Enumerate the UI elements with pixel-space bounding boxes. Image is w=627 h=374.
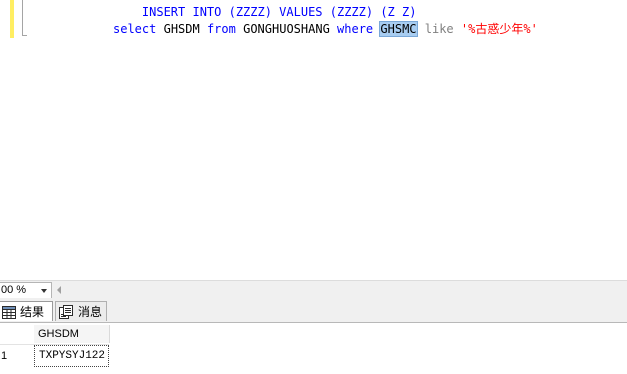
table-name: GONGHUOSHANG bbox=[243, 22, 330, 36]
column-header-label: GHSDM bbox=[38, 328, 79, 340]
outline-guide bbox=[22, 0, 23, 36]
zoom-value: 00 % bbox=[1, 284, 27, 296]
text-caret bbox=[416, 21, 418, 35]
tab-messages[interactable]: 消息 bbox=[55, 301, 107, 321]
tab-results-label: 结果 bbox=[20, 305, 45, 319]
keyword-from: from bbox=[206, 22, 236, 36]
selected-column-name[interactable]: GHSMC bbox=[379, 21, 418, 37]
tab-results[interactable]: 结果 bbox=[0, 301, 53, 321]
results-grid: GHSDM 1 TXPYSYJ122 bbox=[0, 323, 627, 374]
keyword-where: where bbox=[337, 22, 374, 36]
column-name: GHSDM bbox=[163, 22, 200, 36]
results-tabbar: 结果 消息 bbox=[0, 298, 627, 323]
result-cell-value: TXPYSYJ122 bbox=[39, 350, 106, 362]
result-cell[interactable]: TXPYSYJ122 bbox=[34, 345, 109, 367]
editor-statusbar: 00 % bbox=[0, 280, 627, 299]
grid-icon bbox=[2, 305, 16, 325]
change-marker bbox=[10, 0, 14, 38]
scroll-left-icon[interactable] bbox=[57, 286, 61, 294]
keyword-select: select bbox=[113, 22, 157, 36]
string-literal: '%古惑少年%' bbox=[460, 22, 538, 36]
zoom-dropdown[interactable]: 00 % bbox=[0, 282, 52, 299]
keyword-like: like bbox=[424, 22, 454, 36]
column-header-ghsdm[interactable]: GHSDM bbox=[34, 325, 110, 343]
query-editor[interactable]: INSERT INTO (ZZZZ) VALUES (ZZZZ) (Z Z) s… bbox=[0, 0, 627, 280]
row-number[interactable]: 1 bbox=[0, 345, 33, 367]
message-icon bbox=[59, 305, 74, 325]
partial-code-text: INSERT INTO (ZZZZ) VALUES (ZZZZ) (Z Z) bbox=[141, 5, 417, 19]
code-line-select: select GHSDM from GONGHUOSHANG where GHS… bbox=[113, 21, 538, 37]
chevron-down-icon bbox=[41, 289, 47, 293]
row-number-label: 1 bbox=[1, 350, 8, 362]
outline-guide-end bbox=[22, 35, 27, 36]
tab-messages-label: 消息 bbox=[78, 305, 103, 319]
